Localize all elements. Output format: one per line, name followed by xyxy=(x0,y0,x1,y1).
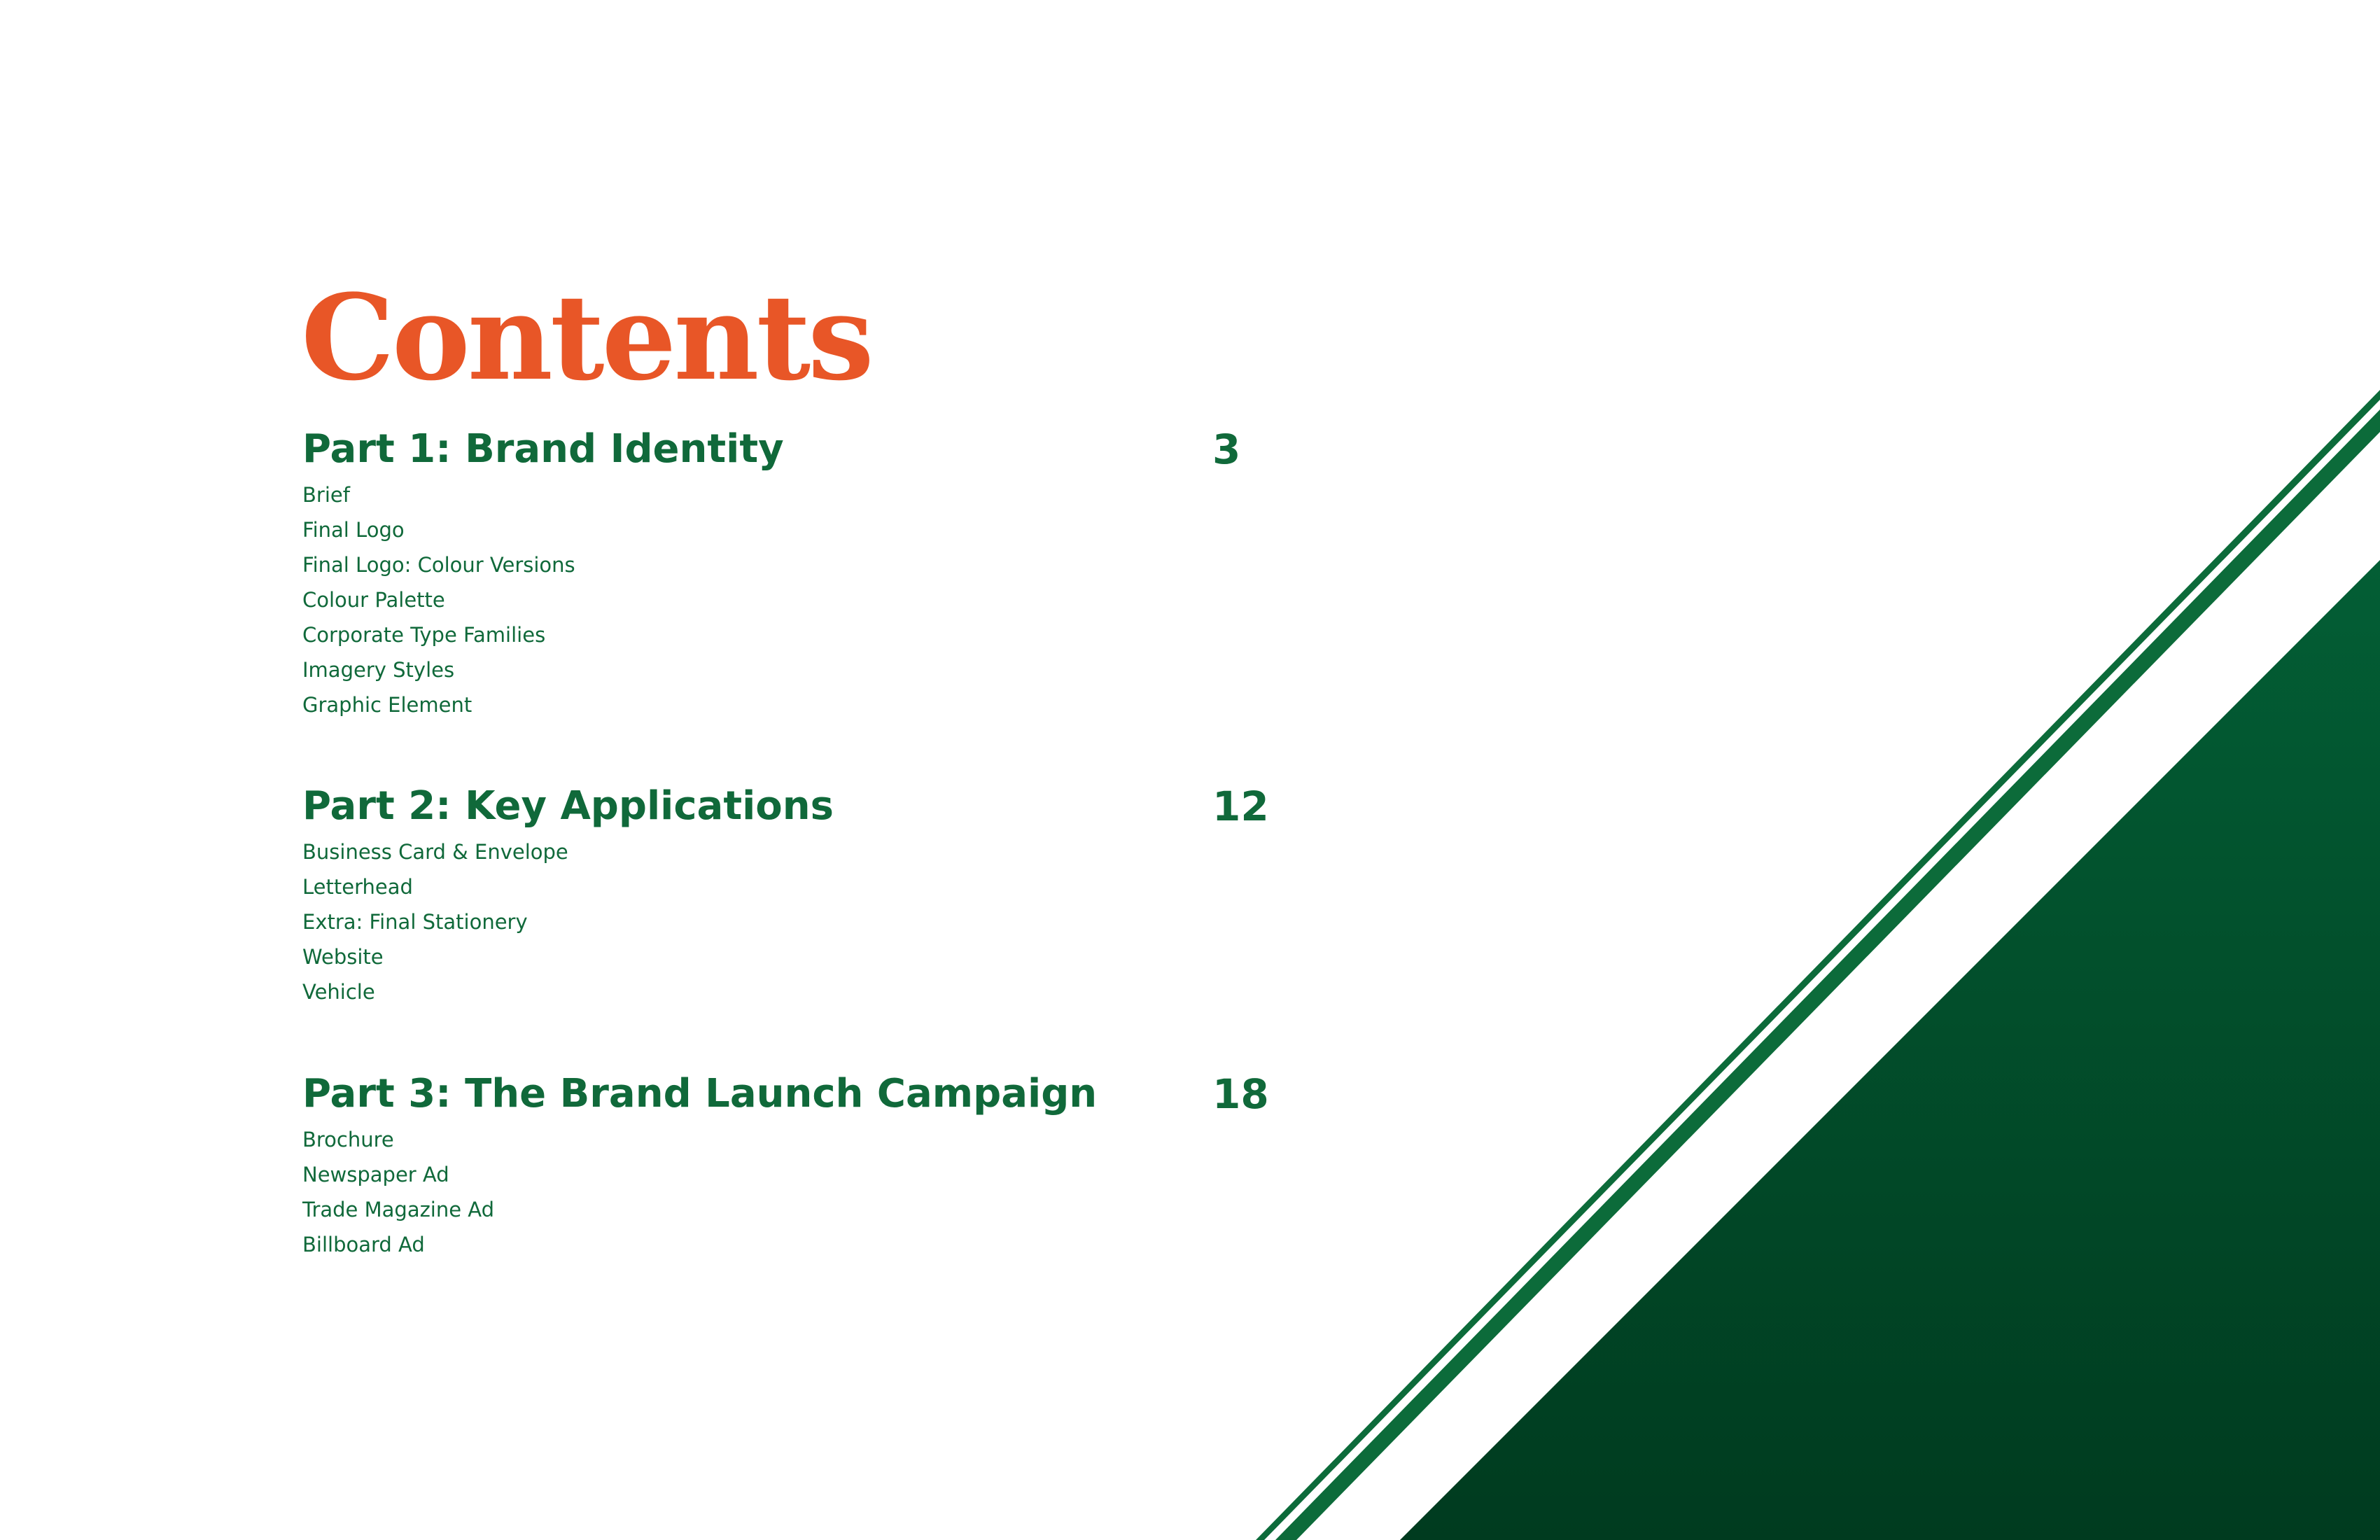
toc-section-part-1: Part 1: Brand Identity 3 Brief Final Log… xyxy=(302,421,1282,722)
toc-item: Graphic Element xyxy=(302,693,472,717)
section-heading: Part 2: Key Applications 12 xyxy=(302,778,1282,834)
toc-item: Brief xyxy=(302,483,350,507)
toc-item: Business Card & Envelope xyxy=(302,840,568,864)
toc-item: Newspaper Ad xyxy=(302,1163,449,1186)
toc-item: Corporate Type Families xyxy=(302,623,546,647)
diagonal-stripe-decoration xyxy=(1256,390,2380,1540)
section-heading: Part 1: Brand Identity 3 xyxy=(302,421,1282,477)
toc-item: Letterhead xyxy=(302,875,413,899)
toc-item: Extra: Final Stationery xyxy=(302,910,528,934)
toc-item: Vehicle xyxy=(302,980,375,1004)
toc-section-part-3: Part 3: The Brand Launch Campaign 18 Bro… xyxy=(302,1066,1282,1262)
green-triangle-block xyxy=(1400,560,2380,1540)
page-title: Contents xyxy=(301,268,874,407)
section-title: Part 3: The Brand Launch Campaign xyxy=(302,1071,1098,1116)
toc-item: Final Logo: Colour Versions xyxy=(302,553,575,577)
section-page-number: 3 xyxy=(1212,426,1241,473)
toc-item: Colour Palette xyxy=(302,588,445,612)
section-title: Part 2: Key Applications xyxy=(302,783,834,829)
toc-item: Trade Magazine Ad xyxy=(302,1198,495,1222)
section-item-list: Brochure Newspaper Ad Trade Magazine Ad … xyxy=(302,1122,1282,1262)
toc-item: Website xyxy=(302,945,384,969)
section-page-number: 12 xyxy=(1212,783,1269,830)
toc-item: Billboard Ad xyxy=(302,1233,425,1256)
toc-section-part-2: Part 2: Key Applications 12 Business Car… xyxy=(302,778,1282,1009)
section-heading: Part 3: The Brand Launch Campaign 18 xyxy=(302,1066,1282,1122)
toc-item: Imagery Styles xyxy=(302,658,455,682)
toc-item: Final Logo xyxy=(302,518,405,542)
contents-page: Contents Part 1: Brand Identity 3 Brief … xyxy=(0,0,2380,1540)
toc-item: Brochure xyxy=(302,1128,394,1152)
section-page-number: 18 xyxy=(1212,1070,1269,1118)
section-item-list: Brief Final Logo Final Logo: Colour Vers… xyxy=(302,477,1282,722)
section-title: Part 1: Brand Identity xyxy=(302,426,784,472)
section-item-list: Business Card & Envelope Letterhead Extr… xyxy=(302,834,1282,1009)
